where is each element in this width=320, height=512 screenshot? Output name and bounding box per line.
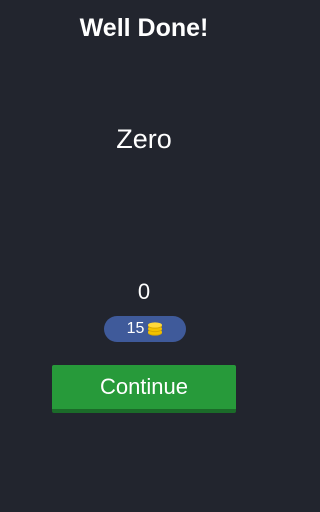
coin-stack-icon <box>147 322 163 336</box>
page-title: Well Done! <box>79 14 209 42</box>
continue-button[interactable]: Continue <box>52 365 236 413</box>
score-value: 0 <box>137 279 151 304</box>
coin-count: 15 <box>126 320 145 337</box>
answer-text: Zero <box>116 124 172 154</box>
coin-reward-badge: 15 <box>104 316 186 342</box>
